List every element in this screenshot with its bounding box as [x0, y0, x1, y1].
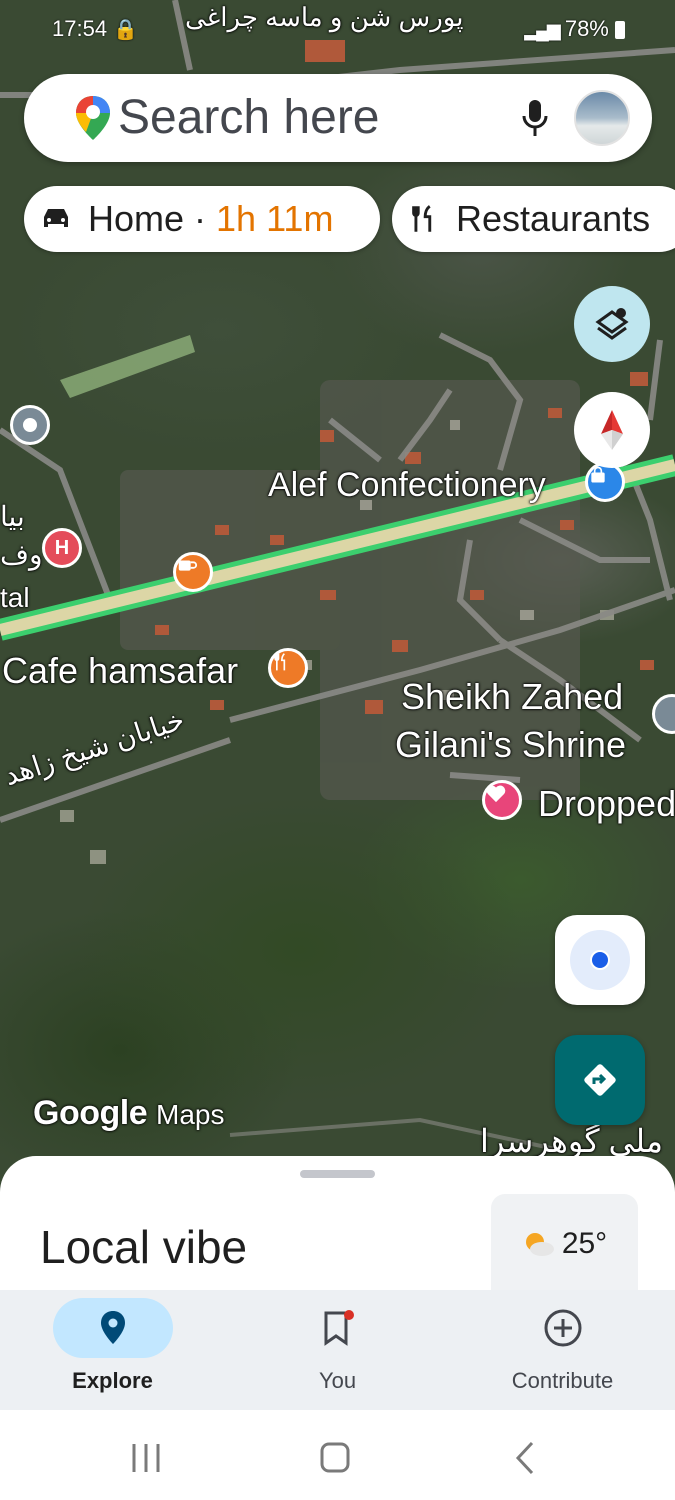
recent-apps-icon[interactable] — [132, 1444, 160, 1472]
home-icon[interactable] — [320, 1442, 350, 1473]
google-maps-watermark: Google Maps — [33, 1094, 224, 1133]
compass-icon — [601, 410, 623, 450]
home-chip[interactable]: Home · 1h 11m — [24, 186, 380, 252]
home-label: Home — [88, 198, 185, 239]
directions-icon — [584, 1064, 616, 1096]
map-label-hospital-3: tal — [0, 582, 30, 613]
map-label-bottom-right: ملی گوهرسرا — [480, 1123, 663, 1159]
map-label-hospital-1: بیا — [0, 501, 25, 532]
fork-knife-icon — [412, 205, 432, 232]
home-chip-text: Home · 1h 11m — [88, 198, 333, 240]
map-label-shrine-2[interactable]: Gilani's Shrine — [395, 724, 626, 766]
heart-icon — [486, 785, 506, 803]
directions-button[interactable] — [555, 1035, 645, 1125]
watermark-maps: Maps — [156, 1099, 225, 1130]
hospital-marker[interactable]: H — [42, 528, 82, 568]
nav-explore-pill — [53, 1298, 173, 1358]
back-icon[interactable] — [515, 1441, 534, 1475]
add-circle-icon — [544, 1309, 582, 1347]
sheet-title: Local vibe — [40, 1221, 248, 1273]
nav-explore[interactable]: Explore — [0, 1290, 225, 1410]
sheet-drag-handle[interactable] — [300, 1170, 375, 1178]
avatar[interactable] — [574, 90, 630, 146]
location-pin-icon — [101, 1311, 125, 1344]
nav-contribute[interactable]: Contribute — [450, 1290, 675, 1410]
lock-icon: 🔒 — [113, 19, 139, 41]
car-icon — [44, 209, 68, 227]
map-label-alef[interactable]: Alef Confectionery — [268, 466, 546, 505]
watermark-google: Google — [33, 1094, 148, 1132]
nav-you[interactable]: You — [225, 1290, 450, 1410]
system-navigation-bar — [0, 1410, 675, 1500]
cafe-marker[interactable] — [173, 552, 213, 592]
my-location-icon — [570, 930, 630, 990]
compass-button[interactable] — [574, 392, 650, 468]
map-label-top-road[interactable]: پورس شن و ماسه چراغی — [185, 2, 463, 33]
partly-cloudy-icon — [525, 1233, 554, 1256]
map-label-shrine-1[interactable]: Sheikh Zahed — [401, 676, 623, 718]
temperature: 25° — [561, 1227, 608, 1260]
map-label-cafe[interactable]: Cafe hamsafar — [2, 650, 238, 692]
status-icons: ▂▄▆ 78% — [524, 16, 625, 42]
signal-icon: ▂▄▆ — [524, 20, 560, 40]
status-time-text: 17:54 — [52, 16, 108, 41]
map-label-dropped[interactable]: Dropped — [538, 783, 675, 825]
fork-knife-icon — [274, 653, 286, 671]
bottom-navigation: Explore You Contribute — [0, 1290, 675, 1410]
shopping-bag-icon — [591, 466, 605, 483]
google-maps-logo-icon — [76, 96, 110, 140]
home-duration: 1h 11m — [216, 198, 334, 239]
nav-you-pill — [278, 1298, 398, 1358]
system-nav-icons — [132, 1441, 534, 1475]
map-label-hospital-2: وف — [0, 539, 43, 570]
nav-contribute-pill — [503, 1298, 623, 1358]
hospital-h-icon: H — [54, 536, 70, 559]
bookmark-icon — [324, 1310, 354, 1346]
layers-icon — [595, 308, 629, 340]
shopping-marker[interactable] — [585, 462, 625, 502]
microphone-icon[interactable] — [520, 98, 550, 140]
nav-contribute-label: Contribute — [511, 1368, 614, 1393]
coffee-cup-icon — [178, 560, 198, 571]
nav-you-label: You — [318, 1368, 357, 1393]
layers-button[interactable] — [574, 286, 650, 362]
restaurant-marker[interactable] — [268, 648, 308, 688]
dropped-pin-marker[interactable] — [482, 780, 522, 820]
restaurants-label: Restaurants — [456, 198, 651, 239]
battery-percent: 78% — [564, 16, 609, 41]
search-bar[interactable]: Search here — [24, 74, 652, 162]
search-placeholder[interactable]: Search here — [118, 90, 380, 145]
my-location-button[interactable] — [555, 915, 645, 1005]
battery-icon — [615, 21, 625, 40]
restaurants-chip[interactable]: Restaurants — [392, 186, 675, 252]
nav-explore-label: Explore — [72, 1368, 153, 1393]
bottom-sheet[interactable]: Local vibe 25° — [0, 1156, 675, 1296]
weather-widget[interactable]: 25° — [491, 1194, 638, 1294]
place-marker[interactable] — [10, 405, 50, 445]
status-time: 17:54 🔒 — [52, 16, 138, 42]
chip-separator: · — [184, 198, 217, 239]
